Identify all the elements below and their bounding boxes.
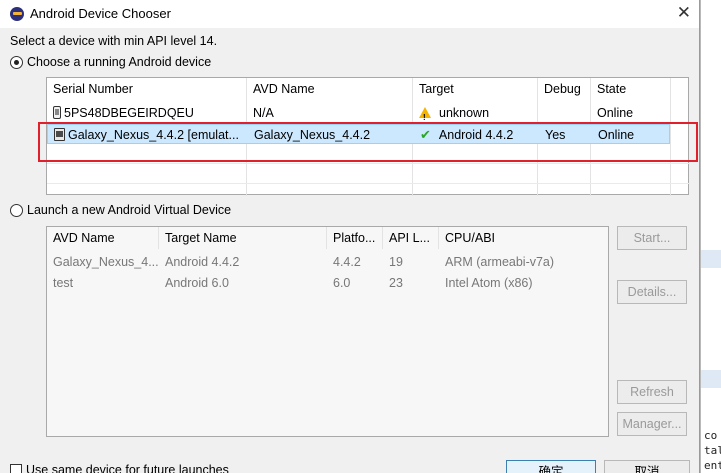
target-cell: unknown — [413, 103, 538, 123]
target-name-cell: Android 6.0 — [165, 276, 229, 290]
state-cell: Online — [597, 106, 634, 120]
launch-new-option[interactable]: Launch a new Android Virtual Device — [10, 203, 231, 217]
cpu-cell: Intel Atom (x86) — [445, 276, 533, 290]
column-header-avd[interactable]: AVD Name — [247, 78, 413, 100]
api-cell: 19 — [389, 255, 403, 269]
manager-button[interactable]: Manager... — [617, 412, 687, 436]
cancel-button[interactable]: 取消 — [604, 460, 690, 473]
details-button[interactable]: Details... — [617, 280, 687, 304]
highlight-annotation-box — [38, 122, 698, 162]
close-button[interactable]: ✕ — [677, 3, 691, 23]
target-name-cell: Android 4.4.2 — [165, 255, 240, 269]
refresh-button[interactable]: Refresh — [617, 380, 687, 404]
background-highlight — [701, 250, 721, 268]
table-row[interactable]: test Android 6.0 6.0 23 Intel Atom (x86) — [47, 273, 608, 293]
phone-icon — [53, 106, 61, 119]
avd-cell: N/A — [253, 106, 274, 120]
ok-button[interactable]: 确定 — [506, 460, 596, 473]
column-header-target-name[interactable]: Target Name — [159, 227, 327, 249]
column-header-target[interactable]: Target — [413, 78, 538, 100]
avd-name-cell: test — [53, 276, 74, 290]
column-header-avd-name[interactable]: AVD Name — [47, 227, 159, 249]
background-code-line: tal — [704, 444, 721, 457]
avd-name-cell: Galaxy_Nexus_4... — [53, 255, 159, 269]
choose-running-option[interactable]: Choose a running Android device — [10, 55, 211, 69]
eclipse-icon — [10, 7, 24, 21]
column-header-serial[interactable]: Serial Number — [47, 78, 247, 100]
background-highlight — [701, 370, 721, 388]
table-row[interactable]: 5PS48DBEGEIRDQEU N/A unknown Online — [47, 103, 690, 123]
warning-icon — [419, 107, 431, 123]
launch-new-label: Launch a new Android Virtual Device — [27, 203, 232, 217]
column-header-debug[interactable]: Debug — [538, 78, 591, 100]
column-header-state[interactable]: State — [591, 78, 671, 100]
column-header-api-level[interactable]: API L... — [383, 227, 439, 249]
platform-cell: 4.4.2 — [333, 255, 361, 269]
table-row[interactable]: Galaxy_Nexus_4... Android 4.4.2 4.4.2 19… — [47, 252, 608, 272]
description-text: Select a device with min API level 14. — [10, 34, 218, 48]
start-button[interactable]: Start... — [617, 226, 687, 250]
radio-launch-new[interactable] — [10, 203, 23, 217]
column-header-cpu-abi[interactable]: CPU/ABI — [439, 227, 609, 249]
serial-cell: 5PS48DBEGEIRDQEU — [47, 103, 247, 123]
android-device-chooser-dialog: Android Device Chooser ✕ Select a device… — [0, 0, 700, 473]
background-window: co tal ent — [700, 0, 721, 473]
future-launch-checkbox[interactable] — [10, 464, 22, 473]
cpu-cell: ARM (armeabi-v7a) — [445, 255, 555, 269]
debug-cell — [538, 103, 591, 123]
avd-table: AVD Name Target Name Platfo... API L... … — [46, 226, 609, 437]
background-code-line: ent — [704, 459, 721, 472]
platform-cell: 6.0 — [333, 276, 351, 290]
radio-choose-running[interactable] — [10, 55, 23, 69]
background-code-line: co — [704, 429, 718, 442]
future-launch-option[interactable]: Use same device for future launches — [10, 463, 229, 473]
column-header-platform[interactable]: Platfo... — [327, 227, 383, 249]
choose-running-label: Choose a running Android device — [27, 55, 212, 69]
window-title: Android Device Chooser — [30, 6, 171, 21]
api-cell: 23 — [389, 276, 403, 290]
future-launch-label: Use same device for future launches — [26, 463, 229, 473]
title-bar: Android Device Chooser ✕ — [0, 0, 699, 28]
